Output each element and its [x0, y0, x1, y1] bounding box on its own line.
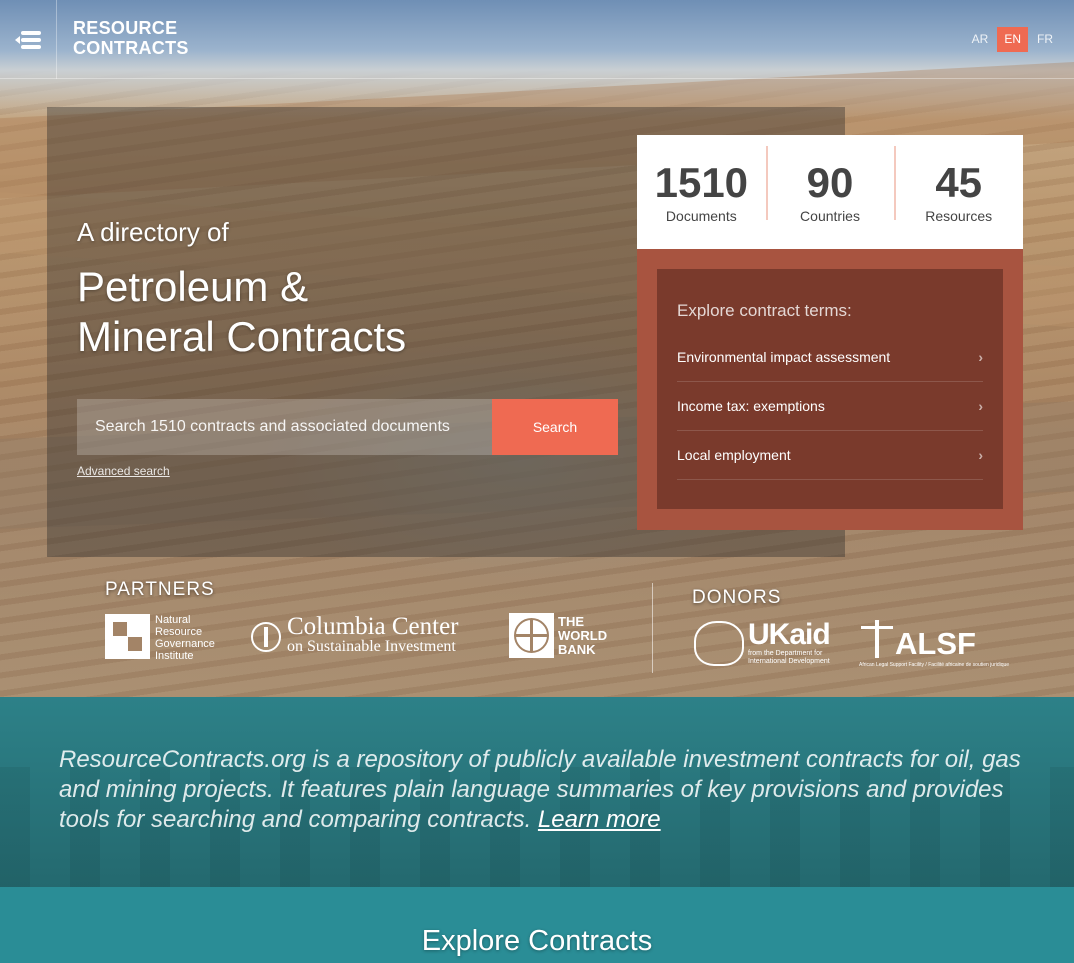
- term-item[interactable]: Local employment ›: [677, 431, 983, 480]
- stat-countries[interactable]: 90 Countries: [765, 146, 895, 224]
- ukaid-wordmark: UKaid from the Department for Internatio…: [748, 618, 831, 666]
- lang-fr[interactable]: FR: [1030, 27, 1060, 52]
- columbia-line-1: Columbia Center: [287, 613, 459, 640]
- search-button[interactable]: Search: [492, 399, 618, 455]
- contract-terms-list: Explore contract terms: Environmental im…: [657, 269, 1003, 509]
- alsf-logo[interactable]: ALSF African Legal Support Facility / Fa…: [859, 620, 1009, 668]
- nrgi-word: Natural: [155, 614, 191, 626]
- stat-label: Countries: [800, 208, 860, 224]
- search-bar: Search: [77, 399, 618, 455]
- stat-label: Documents: [665, 208, 737, 224]
- globe-icon: [509, 613, 554, 658]
- ukaid-subtitle: from the Department for: [748, 650, 823, 657]
- world-bank-wordmark: THE WORLD BANK: [558, 613, 608, 657]
- columbia-line-2: on Sustainable Investment: [287, 638, 456, 655]
- nrgi-word: Institute: [155, 650, 194, 662]
- about-text: ResourceContracts.org is a repository of…: [59, 745, 1039, 835]
- search-input[interactable]: [77, 399, 492, 455]
- term-item[interactable]: Environmental impact assessment ›: [677, 333, 983, 382]
- stat-value: 1510: [654, 159, 749, 206]
- donors-heading: DONORS: [692, 587, 782, 608]
- partners-heading: PARTNERS: [105, 579, 215, 600]
- ukaid-title: UKaid: [748, 618, 831, 651]
- stat-resources[interactable]: 45 Resources: [894, 146, 1023, 224]
- contract-terms-panel: Explore contract terms: Environmental im…: [637, 249, 1023, 530]
- hero-tagline: A directory of: [77, 217, 229, 247]
- world-bank-logo[interactable]: THE WORLD BANK: [509, 613, 607, 658]
- ukaid-subtitle: International Development: [748, 658, 830, 665]
- menu-button[interactable]: [0, 0, 57, 79]
- chevron-right-icon: ›: [978, 349, 983, 365]
- columbia-wordmark: Columbia Center on Sustainable Investmen…: [287, 613, 459, 657]
- language-switcher: AR EN FR: [963, 27, 1060, 52]
- wb-word: WORLD: [558, 627, 608, 643]
- headline-line-1: Petroleum &: [77, 263, 309, 310]
- wb-word: THE: [558, 613, 584, 629]
- stat-documents[interactable]: 1510 Documents: [637, 159, 766, 225]
- wb-word: BANK: [558, 641, 596, 657]
- nrgi-word: Governance: [155, 638, 215, 650]
- stat-value: 45: [935, 159, 983, 206]
- ukaid-logo[interactable]: UKaid from the Department for Internatio…: [694, 618, 831, 666]
- nrgi-logo[interactable]: Natural Resource Governance Institute: [105, 614, 215, 662]
- columbia-mark-icon: [251, 622, 281, 652]
- lang-en[interactable]: EN: [997, 27, 1028, 52]
- nrgi-mark-icon: [105, 614, 150, 659]
- term-item[interactable]: Income tax: exemptions ›: [677, 382, 983, 431]
- term-label: Environmental impact assessment: [677, 349, 891, 365]
- stat-value: 90: [806, 159, 854, 206]
- explore-section: Explore Contracts: [0, 887, 1074, 963]
- columbia-center-logo[interactable]: Columbia Center on Sustainable Investmen…: [251, 613, 459, 657]
- divider: [652, 583, 653, 673]
- chevron-right-icon: ›: [978, 447, 983, 463]
- alsf-subtitle: African Legal Support Facility / Facilit…: [859, 662, 1010, 668]
- top-bar: RESOURCE CONTRACTS AR EN FR: [0, 0, 1074, 79]
- term-label: Local employment: [677, 447, 791, 463]
- menu-icon: [15, 30, 41, 49]
- nrgi-wordmark: Natural Resource Governance Institute: [155, 614, 215, 662]
- logo-line-2: CONTRACTS: [73, 38, 189, 58]
- logo-line-1: RESOURCE: [73, 18, 178, 38]
- stats-box: 1510 Documents 90 Countries 45 Resources: [637, 135, 1023, 249]
- hero-headline: Petroleum & Mineral Contracts: [77, 262, 406, 362]
- scales-icon: [859, 620, 895, 660]
- explore-title: Explore Contracts: [421, 925, 653, 957]
- about-section: ResourceContracts.org is a repository of…: [0, 697, 1074, 887]
- site-logo[interactable]: RESOURCE CONTRACTS: [73, 18, 189, 58]
- lang-ar[interactable]: AR: [965, 27, 996, 52]
- term-label: Income tax: exemptions: [677, 398, 825, 414]
- stat-label: Resources: [925, 208, 993, 224]
- alsf-wordmark: ALSF: [895, 626, 976, 661]
- royal-crest-icon: [694, 620, 744, 666]
- nrgi-word: Resource: [155, 626, 203, 638]
- headline-line-2: Mineral Contracts: [77, 313, 407, 360]
- terms-title: Explore contract terms:: [677, 301, 852, 320]
- advanced-search-link[interactable]: Advanced search: [77, 464, 170, 478]
- learn-more-link[interactable]: Learn more: [538, 806, 661, 833]
- chevron-right-icon: ›: [978, 398, 983, 414]
